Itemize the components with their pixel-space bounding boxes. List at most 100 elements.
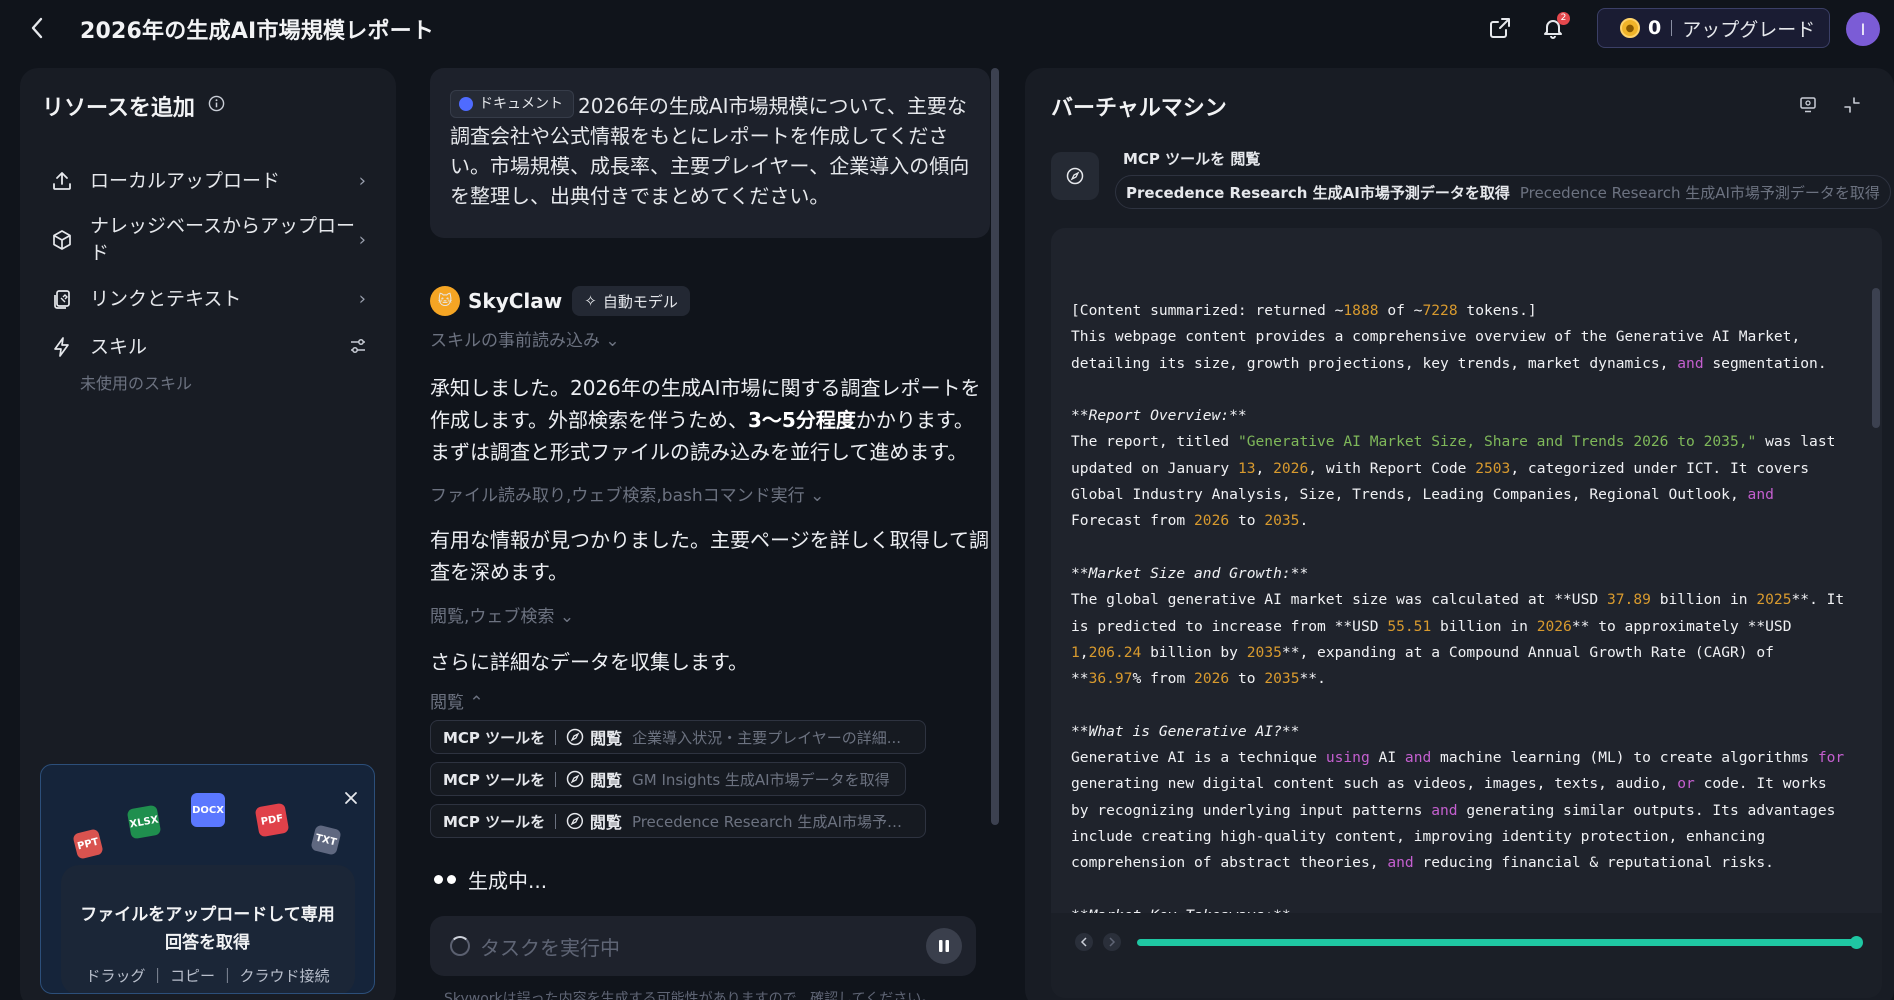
response-emphasis: 3〜5分程度 (748, 408, 856, 432)
progress-knob[interactable] (1850, 936, 1863, 949)
link-text-label: リンクとテキスト (90, 287, 242, 310)
mcp-description: Precedence Research 生成AI市場予測... (631, 812, 913, 831)
document-chip[interactable]: ドキュメント (450, 90, 574, 118)
skills-label: スキル (90, 335, 148, 358)
tool-call-pill[interactable]: Precedence Research 生成AI市場予測データを取得 Prece… (1115, 175, 1891, 209)
monitor-icon (1800, 97, 1816, 113)
chat-scrollbar[interactable] (991, 68, 999, 825)
mcp-action: 閲覧 (589, 813, 622, 832)
share-button[interactable] (1486, 14, 1514, 42)
upload-promo-card[interactable]: PPT XLSX DOCX PDF TXT ファイルをアップロードして専用回答を… (40, 764, 375, 994)
user-message: ドキュメント 2026年の生成AI市場規模について、主要な調査会社や公式情報をもと… (430, 68, 990, 238)
scrollbar-thumb[interactable] (991, 68, 999, 825)
settings-sliders-icon[interactable] (348, 336, 368, 360)
step-toggle-preload[interactable]: スキルの事前読み込み ⌄ (430, 326, 620, 351)
step-label: スキルの事前読み込み (430, 331, 600, 351)
model-label: 自動モデル (602, 292, 678, 311)
upload-card-subtitle: ドラッグ ｜ コピー ｜ クラウド接続 (85, 967, 330, 985)
pdf-file-icon: PDF (254, 802, 290, 838)
tool-action: Precedence Research 生成AI市場予測データを取得 (1126, 183, 1510, 202)
compass-icon (566, 728, 584, 746)
tool-icon-box (1051, 152, 1099, 200)
mcp-action: 閲覧 (590, 771, 623, 790)
step-toggle-browse[interactable]: 閲覧 ⌃ (430, 688, 484, 713)
chevron-down-icon: ⌄ (605, 331, 620, 351)
divider (555, 813, 557, 829)
notification-badge: 2 (1557, 12, 1570, 25)
compass-icon (566, 812, 584, 830)
chevron-down-icon: ⌄ (559, 607, 575, 627)
progress-track[interactable] (1137, 936, 1863, 949)
step-label: ファイル読み取り,ウェブ検索,bashコマンド実行 (430, 486, 805, 506)
next-button[interactable] (1103, 933, 1121, 951)
notifications-button[interactable]: 2 (1539, 12, 1570, 42)
tool-action-muted: Precedence Research 生成AI市場予測データを取得 (1519, 183, 1880, 202)
upgrade-label: アップグレード (1682, 18, 1816, 41)
knowledge-base-label: ナレッジベースからアップロード (90, 215, 356, 264)
console-output: [Content summarized: returned ~1888 of ~… (1071, 302, 1854, 924)
upload-card-title: ファイルをアップロードして専用回答を取得 (80, 905, 335, 953)
agent-header: 🐱 SkyClaw ✧ 自動モデル (430, 286, 690, 316)
mcp-badge: MCP ツールを (443, 770, 546, 789)
monitor-button[interactable] (1797, 94, 1819, 116)
upgrade-button[interactable]: ● 0 アップグレード (1597, 8, 1830, 48)
step-toggle-tools[interactable]: ファイル読み取り,ウェブ検索,bashコマンド実行 ⌄ (430, 481, 824, 506)
response-paragraph: さらに詳細なデータを収集します。 (430, 650, 748, 674)
mcp-description: 企業導入状況・主要プレイヤーの詳細... (632, 728, 902, 747)
skills-item[interactable]: スキル (30, 330, 386, 364)
task-placeholder: タスクを実行中 (480, 935, 620, 960)
collapse-icon (1844, 97, 1860, 113)
collapse-button[interactable] (1841, 94, 1863, 116)
mcp-badge: MCP ツールを (443, 812, 546, 831)
progress-fill (1137, 939, 1857, 946)
chevron-left-icon (31, 17, 43, 39)
mcp-description: GM Insights 生成AI市場データを取得 (632, 770, 890, 789)
avatar[interactable]: I (1846, 12, 1880, 46)
page-title: 2026年の生成AI市場規模レポート (80, 19, 435, 44)
close-button[interactable] (340, 787, 362, 809)
divider (555, 729, 557, 745)
compass-icon (1066, 167, 1084, 185)
mcp-badge: MCP ツールを (443, 728, 546, 747)
xlsx-file-icon: XLSX (126, 804, 162, 840)
task-input[interactable]: タスクを実行中 (430, 916, 976, 976)
resources-panel: リソースを追加 ローカルアップロード › ナレッジベースからアップロード › リ… (20, 68, 396, 1000)
generating-indicator: 生成中... (434, 865, 547, 894)
pause-icon (939, 940, 949, 952)
ppt-file-icon: PPT (72, 828, 104, 860)
link-text-icon (50, 287, 74, 311)
task-input-area: タスクを実行中 Skyworkは誤った内容を生成する可能性がありますので、確認し… (430, 916, 976, 1000)
step-toggle-browse-search[interactable]: 閲覧,ウェブ検索 ⌄ (430, 602, 574, 627)
knowledge-base-upload-item[interactable]: ナレッジベースからアップロード › (30, 210, 386, 270)
playback-bar (1051, 913, 1882, 998)
mcp-call-item[interactable]: MCP ツールを 閲覧 Precedence Research 生成AI市場予測… (430, 804, 926, 838)
link-text-item[interactable]: リンクとテキスト › (30, 282, 386, 316)
response-paragraph: 承知しました。2026年の生成AI市場に関する調査レポートを作成します。外部検索… (430, 372, 990, 468)
mcp-action: 閲覧 (590, 729, 623, 748)
vm-console: [Content summarized: returned ~1888 of ~… (1051, 228, 1882, 998)
chevron-left-icon (1080, 937, 1087, 947)
virtual-machine-panel: バーチャルマシン MCP ツールを 閲覧 Precedence Research… (1025, 68, 1894, 1000)
pause-button[interactable] (926, 928, 962, 964)
loading-dot (434, 875, 443, 884)
local-upload-item[interactable]: ローカルアップロード › (30, 164, 386, 198)
spinner-icon (450, 936, 470, 956)
disclaimer: Skyworkは誤った内容を生成する可能性がありますので、確認してください。 (444, 991, 936, 1000)
chevron-down-icon: ⌄ (810, 486, 825, 506)
vm-title: バーチャルマシン (1051, 96, 1227, 121)
mcp-call-item[interactable]: MCP ツールを 閲覧 企業導入状況・主要プレイヤーの詳細... (430, 720, 926, 754)
console-scrollbar[interactable] (1872, 288, 1880, 428)
divider (1671, 20, 1673, 36)
response-paragraph: 有用な情報が見つかりました。主要ページを詳しく取得して調査を深めます。 (430, 528, 989, 584)
cube-icon (50, 228, 74, 252)
back-button[interactable] (24, 14, 50, 42)
lightning-icon (50, 335, 74, 359)
mcp-call-item[interactable]: MCP ツールを 閲覧 GM Insights 生成AI市場データを取得 (430, 762, 906, 796)
info-icon[interactable] (208, 95, 225, 112)
chat-column: ドキュメント 2026年の生成AI市場規模について、主要な調査会社や公式情報をもと… (430, 68, 990, 1000)
local-upload-label: ローカルアップロード (90, 169, 281, 192)
generating-text: 生成中... (468, 869, 548, 893)
tool-header: MCP ツールを 閲覧 (1123, 150, 1261, 168)
model-selector[interactable]: ✧ 自動モデル (572, 286, 690, 316)
previous-button[interactable] (1075, 933, 1093, 951)
